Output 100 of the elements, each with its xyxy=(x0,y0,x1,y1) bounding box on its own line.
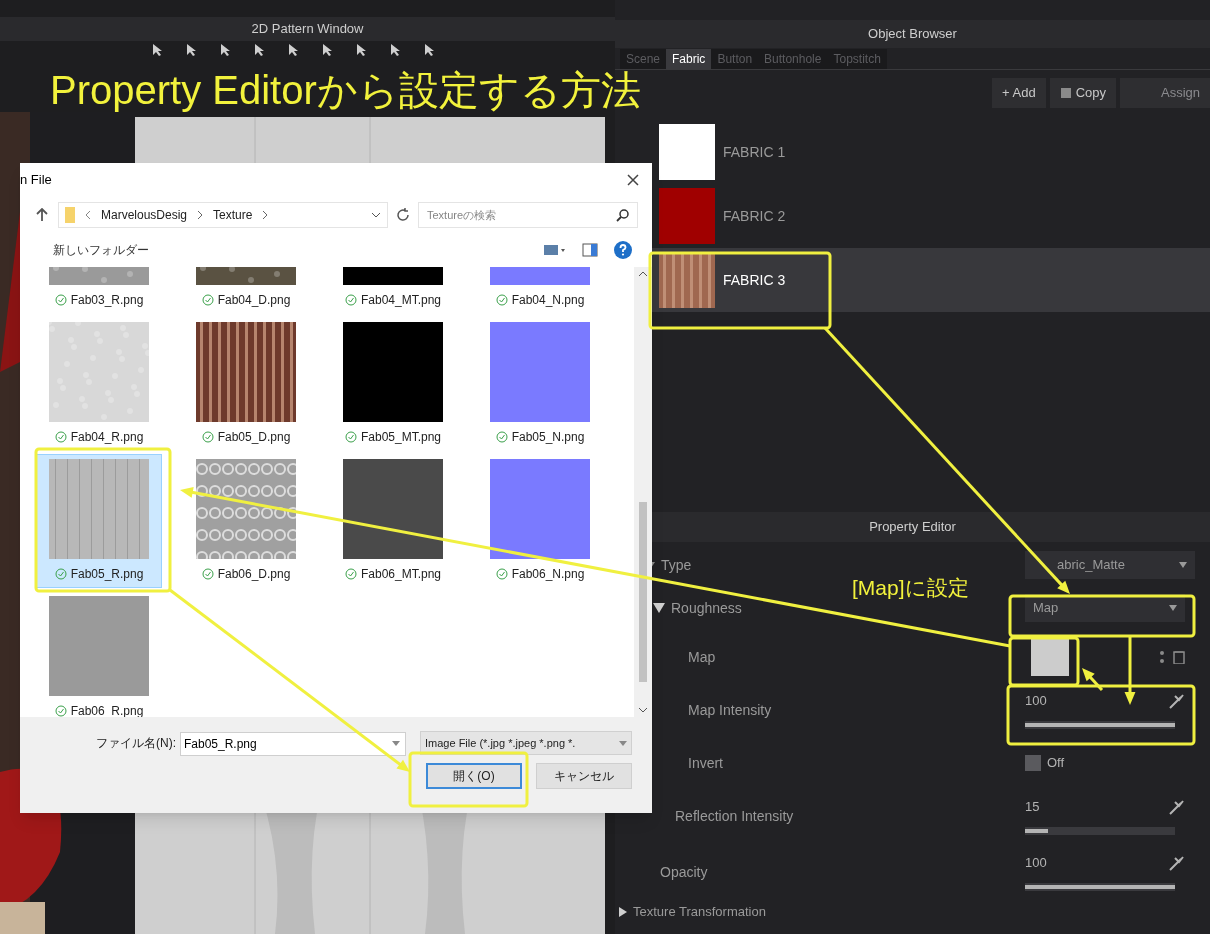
property-label: Invert xyxy=(688,753,723,773)
refresh-icon[interactable] xyxy=(396,208,410,222)
sync-check-icon xyxy=(54,294,67,306)
sync-check-icon xyxy=(54,431,67,443)
caret-icon xyxy=(1169,605,1177,611)
checkbox[interactable] xyxy=(1025,755,1041,771)
chevron-icon xyxy=(197,210,204,220)
view-icon[interactable] xyxy=(544,243,566,257)
file-item[interactable]: Fab06_R.png xyxy=(36,591,162,717)
window-title: 2D Pattern Window xyxy=(251,19,364,38)
scroll-thumb[interactable] xyxy=(639,502,647,682)
toggle-label: Off xyxy=(1047,754,1065,773)
file-item[interactable]: Fab04_D.png xyxy=(183,267,309,314)
file-name: Fab04_R.png xyxy=(70,429,144,446)
file-name: Fab06_D.png xyxy=(217,566,291,583)
trash-icon[interactable] xyxy=(1173,650,1185,664)
address-bar[interactable]: MarvelousDesig Texture xyxy=(58,202,388,228)
scroll-up-icon[interactable] xyxy=(638,271,648,277)
arrow xyxy=(1082,668,1104,691)
pointer-icon[interactable] xyxy=(184,42,198,57)
file-item[interactable]: Fab04_MT.png xyxy=(330,267,456,314)
button[interactable]: Assign xyxy=(1120,78,1210,108)
pointer-icon[interactable] xyxy=(320,42,334,57)
arrow xyxy=(1124,637,1136,705)
scroll-down-icon[interactable] xyxy=(638,707,648,713)
mode-dropdown[interactable]: Map xyxy=(1025,594,1185,622)
new-folder-button[interactable]: 新しいフォルダー xyxy=(53,241,149,259)
file-item[interactable]: Fab06_MT.png xyxy=(330,454,456,588)
help-icon[interactable] xyxy=(614,241,632,259)
filename-field[interactable]: Fab05_R.png xyxy=(180,732,406,756)
file-name: Fab04_N.png xyxy=(511,292,585,309)
pointer-icon[interactable] xyxy=(354,42,368,57)
button[interactable]: 開く(O) xyxy=(426,763,522,789)
wrench-icon[interactable] xyxy=(1167,854,1185,872)
preview-pane-icon[interactable] xyxy=(582,243,598,257)
property-label: Reflection Intensity xyxy=(675,806,794,826)
file-item[interactable]: Fab04_N.png xyxy=(477,267,603,314)
chevron-icon xyxy=(85,210,91,220)
breadcrumb[interactable]: Texture xyxy=(213,206,253,224)
pointer-icon[interactable] xyxy=(218,42,232,57)
value-text: 100 xyxy=(1025,692,1047,711)
file-item[interactable]: Fab05_D.png xyxy=(183,317,309,451)
sync-check-icon xyxy=(201,431,214,443)
up-arrow-icon[interactable] xyxy=(34,208,50,222)
tab[interactable]: Fabric xyxy=(666,49,712,69)
pointer-icon[interactable] xyxy=(286,42,300,57)
pointer-icon[interactable] xyxy=(252,42,266,57)
sync-check-icon xyxy=(495,431,508,443)
sync-check-icon xyxy=(54,705,67,717)
pointer-icon[interactable] xyxy=(422,42,436,57)
property-label: Map xyxy=(688,647,716,667)
scrollbar[interactable] xyxy=(634,267,652,717)
fabric-item[interactable]: FABRIC 1 xyxy=(615,120,1210,184)
wrench-icon[interactable] xyxy=(1167,798,1185,816)
section-header: Texture Transformation xyxy=(633,903,766,922)
caret-icon[interactable] xyxy=(392,741,400,746)
sync-check-icon xyxy=(201,294,214,306)
search-field[interactable]: Textureの検索 xyxy=(418,202,638,228)
caret-icon xyxy=(1179,562,1187,568)
wrench-icon[interactable] xyxy=(1167,692,1185,710)
breadcrumb[interactable]: MarvelousDesig xyxy=(101,206,188,224)
caret-icon xyxy=(619,740,627,746)
file-name: Fab04_D.png xyxy=(217,292,291,309)
pointer-icon[interactable] xyxy=(150,42,164,57)
section-header: Roughness xyxy=(671,598,742,618)
button[interactable]: キャンセル xyxy=(536,763,632,789)
property-label: Type xyxy=(661,555,692,575)
file-name: Fab05_N.png xyxy=(511,429,585,446)
type-dropdown[interactable]: abric_Matte xyxy=(1025,551,1195,579)
file-name: Fab06_R.png xyxy=(70,703,144,717)
expand-arrow-icon[interactable] xyxy=(619,907,627,917)
property-label: Map Intensity xyxy=(688,700,772,720)
file-item[interactable]: Fab04_R.png xyxy=(36,317,162,451)
value-text: 15 xyxy=(1025,798,1040,817)
file-item[interactable]: Fab03_R.png xyxy=(36,267,162,314)
file-item[interactable]: Fab06_N.png xyxy=(477,454,603,588)
value-text: 100 xyxy=(1025,854,1047,873)
file-item[interactable]: Fab05_MT.png xyxy=(330,317,456,451)
file-name: Fab04_MT.png xyxy=(360,292,442,309)
sync-check-icon xyxy=(54,568,67,580)
annotation-note: [Map]に設定 xyxy=(852,575,969,601)
expand-arrow-icon[interactable] xyxy=(653,603,665,613)
sync-check-icon xyxy=(495,568,508,580)
file-name: Fab05_D.png xyxy=(217,429,291,446)
more-icon[interactable] xyxy=(1159,650,1165,664)
map-thumbnail[interactable] xyxy=(1031,638,1069,676)
file-item[interactable]: Fab05_R.png xyxy=(36,454,162,588)
slider-track[interactable] xyxy=(1025,826,1175,835)
caret-icon[interactable] xyxy=(371,212,381,218)
file-item[interactable]: Fab06_D.png xyxy=(183,454,309,588)
pointer-icon[interactable] xyxy=(388,42,402,57)
sync-check-icon xyxy=(201,568,214,580)
button[interactable]: + Add xyxy=(992,78,1046,108)
file-item[interactable]: Fab05_N.png xyxy=(477,317,603,451)
folder-icon xyxy=(65,207,75,223)
file-type-dropdown[interactable]: Image File (*.jpg *.jpeg *.png *. xyxy=(420,731,632,755)
window-title: Object Browser xyxy=(868,25,957,44)
close-icon[interactable] xyxy=(626,173,640,187)
button[interactable]: Copy xyxy=(1049,78,1116,108)
panel-title: Property Editor xyxy=(869,518,956,537)
